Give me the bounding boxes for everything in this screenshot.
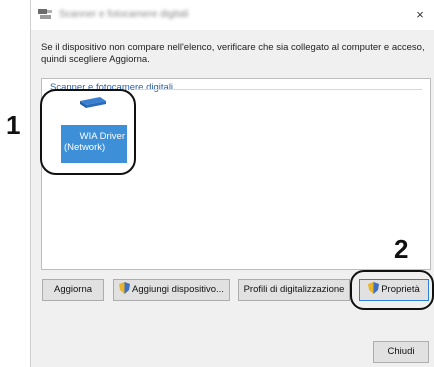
shield-icon [119,282,131,295]
window-title: Scanner e fotocamere digitali [59,9,189,20]
close-button[interactable]: Chiudi [373,341,429,363]
callout-2-number: 2 [394,234,409,264]
callout-2-outline [350,270,434,310]
callout-1-number: 1 [6,110,21,140]
scanner-app-icon [37,7,53,21]
add-device-button[interactable]: Aggiungi dispositivo... [113,279,230,301]
refresh-button[interactable]: Aggiorna [42,279,104,301]
scan-profiles-button[interactable]: Profili di digitalizzazione [238,279,350,301]
instruction-text: Se il dispositivo non compare nell'elenc… [41,42,425,65]
group-divider [134,89,422,90]
title-bar: Scanner e fotocamere digitali × [31,0,434,30]
dialog-window: Scanner e fotocamere digitali × Se il di… [30,0,434,367]
close-icon[interactable]: × [411,6,429,24]
callout-1-outline [40,89,136,175]
add-device-label: Aggiungi dispositivo... [132,284,224,295]
